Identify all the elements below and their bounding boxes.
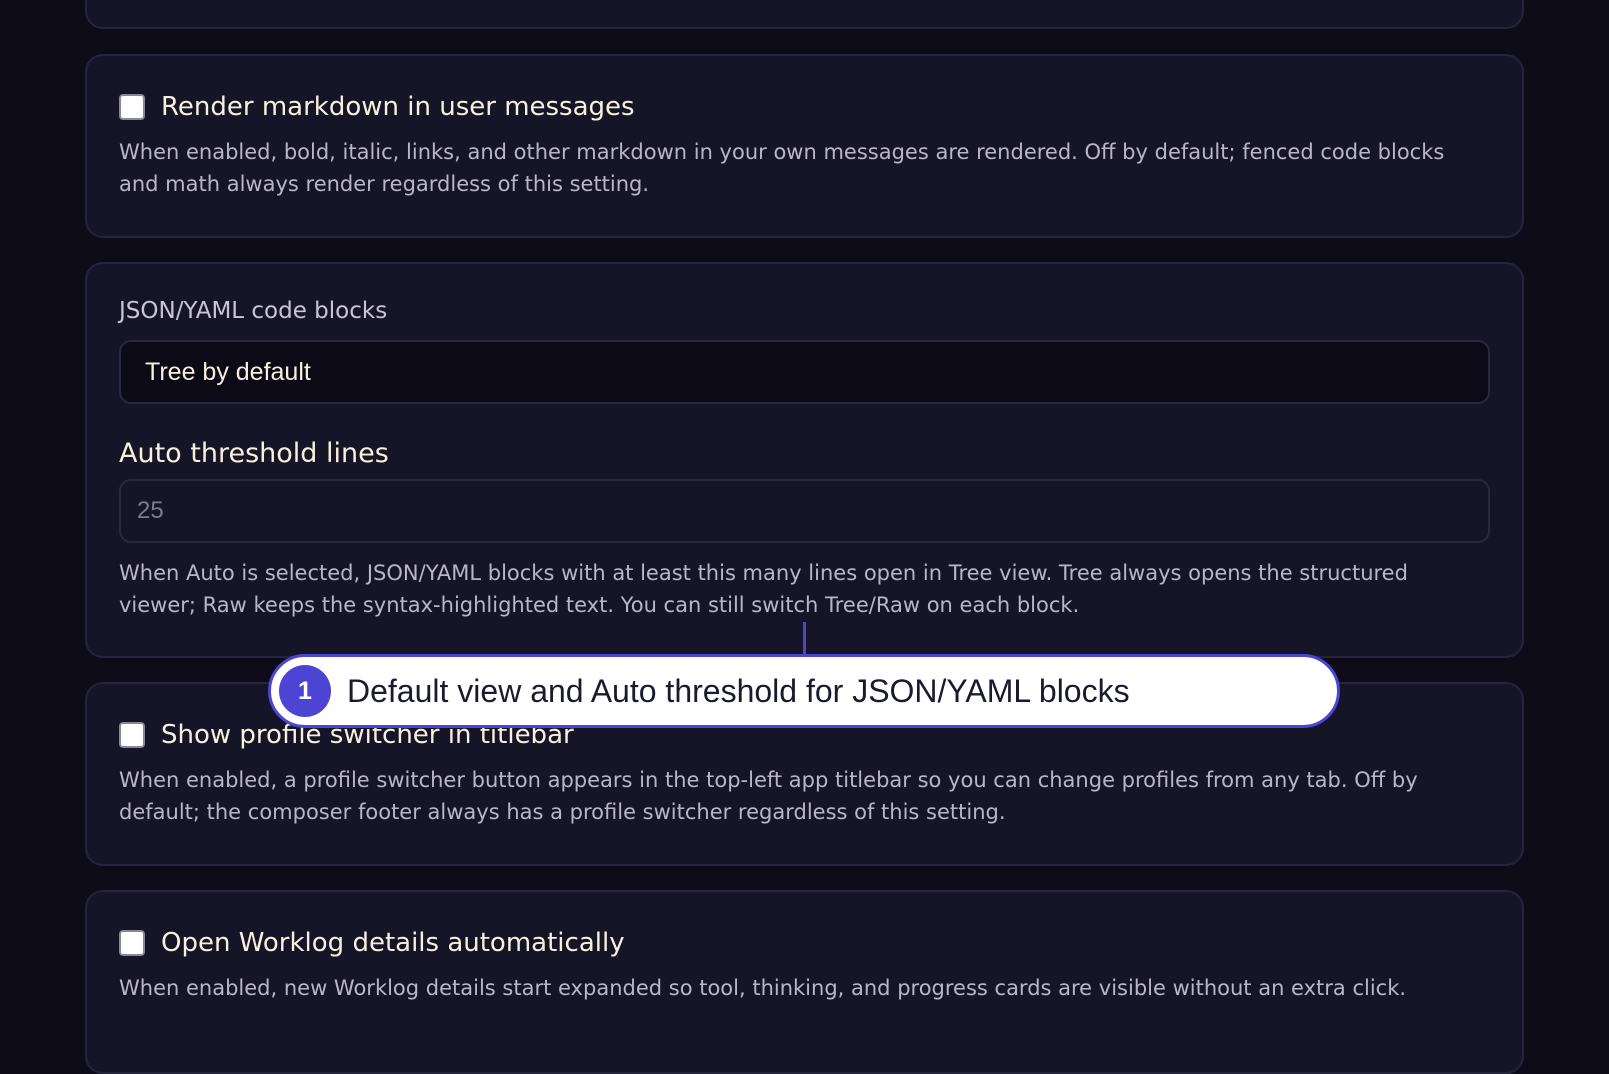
code-blocks-select-value: Tree by default xyxy=(145,357,311,386)
render-markdown-card: Render markdown in user messages When en… xyxy=(85,54,1524,238)
auto-threshold-label: Auto threshold lines xyxy=(119,438,389,469)
code-blocks-label: JSON/YAML code blocks xyxy=(119,298,388,324)
callout-connector xyxy=(803,622,806,656)
annotation-badge: 1 xyxy=(279,665,331,717)
worklog-row[interactable]: Open Worklog details automatically xyxy=(119,928,1490,958)
render-markdown-checkbox[interactable] xyxy=(119,94,145,120)
annotation-text: Default view and Auto threshold for JSON… xyxy=(347,672,1130,709)
render-markdown-label: Render markdown in user messages xyxy=(161,92,635,122)
profile-switcher-checkbox[interactable] xyxy=(119,722,145,748)
auto-threshold-input[interactable] xyxy=(119,479,1490,543)
render-markdown-description: When enabled, bold, italic, links, and o… xyxy=(119,140,1445,196)
profile-switcher-description: When enabled, a profile switcher button … xyxy=(119,768,1418,824)
code-blocks-select[interactable]: Tree by default xyxy=(119,340,1490,404)
annotation-callout: 1 Default view and Auto threshold for JS… xyxy=(268,654,1340,728)
code-blocks-card: JSON/YAML code blocks Tree by default Au… xyxy=(85,262,1524,658)
worklog-checkbox[interactable] xyxy=(119,930,145,956)
worklog-card: Open Worklog details automatically When … xyxy=(85,890,1524,1074)
render-markdown-row[interactable]: Render markdown in user messages xyxy=(119,92,1490,122)
previous-setting-card xyxy=(85,0,1524,29)
worklog-label: Open Worklog details automatically xyxy=(161,928,625,958)
worklog-description: When enabled, new Worklog details start … xyxy=(119,976,1407,1000)
code-blocks-description: When Auto is selected, JSON/YAML blocks … xyxy=(119,561,1408,617)
